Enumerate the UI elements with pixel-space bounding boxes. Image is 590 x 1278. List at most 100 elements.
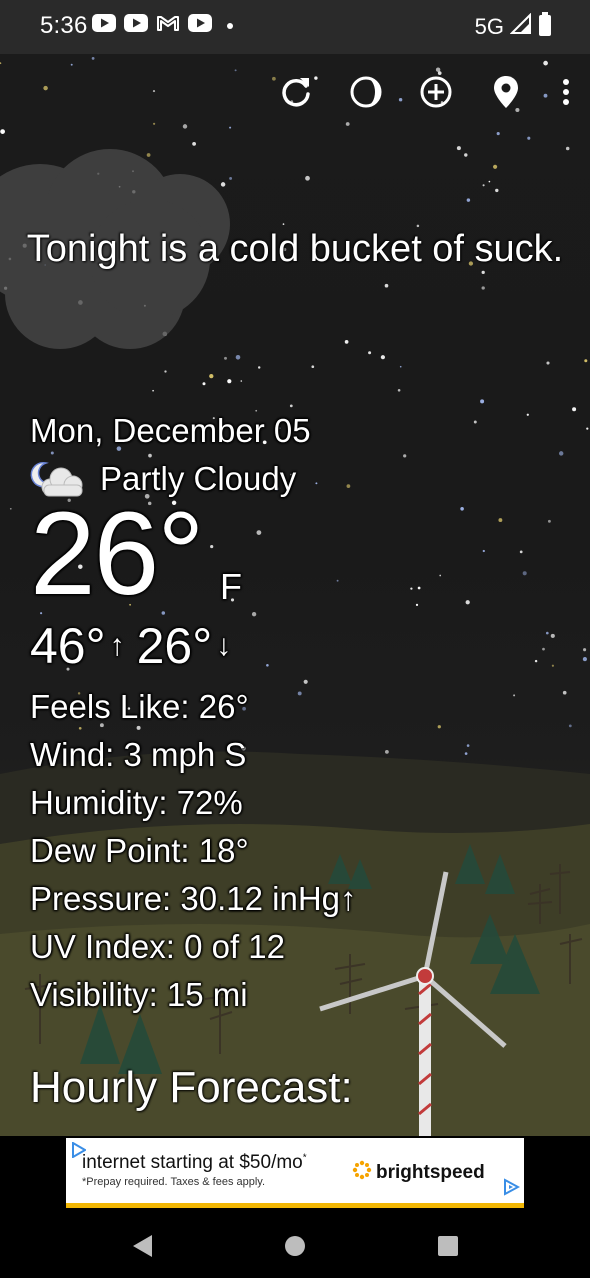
star — [43, 85, 48, 91]
adchoices-icon[interactable] — [502, 1178, 521, 1201]
home-icon[interactable] — [279, 1230, 311, 1262]
network-type: 5G — [474, 14, 504, 39]
star — [513, 694, 516, 697]
star — [240, 380, 243, 382]
star — [562, 690, 567, 695]
high-temperature: 46° — [30, 618, 106, 674]
star — [526, 413, 529, 416]
navigation-bar — [0, 1216, 590, 1278]
star — [415, 603, 419, 607]
pressure: Pressure: 30.12 inHg↑ — [30, 880, 357, 917]
star — [565, 146, 570, 151]
star — [435, 67, 441, 72]
star — [550, 633, 555, 638]
recents-icon[interactable] — [432, 1230, 464, 1262]
ad-banner[interactable]: internet starting at $50/mo* *Prepay req… — [66, 1138, 524, 1208]
star — [466, 744, 470, 747]
star — [534, 659, 538, 663]
temperature-row: 26° F — [30, 489, 357, 619]
current-temperature: 26° — [30, 488, 204, 620]
headline-message: Tonight is a cold bucket of suck. — [26, 228, 564, 270]
star — [9, 507, 12, 510]
weather-scene: Tonight is a cold bucket of suck. Mon, D… — [0, 54, 590, 1136]
star — [289, 404, 293, 408]
more-vert-icon[interactable] — [558, 74, 574, 110]
toolbar — [278, 74, 574, 110]
hourly-forecast-title: Hourly Forecast: — [30, 1063, 353, 1112]
star — [437, 725, 441, 729]
star — [192, 142, 196, 146]
star — [542, 647, 545, 651]
star — [584, 359, 588, 363]
star — [384, 283, 389, 288]
star — [417, 586, 421, 590]
star — [0, 129, 5, 134]
star — [495, 188, 499, 193]
feels-like: Feels Like: 26° — [30, 688, 249, 725]
star — [397, 388, 401, 392]
dew-point: Dew Point: 18° — [30, 832, 249, 869]
star — [546, 361, 550, 365]
signal-icon — [509, 12, 532, 41]
star — [234, 69, 237, 72]
star — [464, 153, 468, 157]
ad-brand: brightspeed — [352, 1160, 485, 1186]
weather-details: Feels Like: 26° Wind: 3 mph S Humidity: … — [30, 683, 357, 1019]
star — [311, 365, 315, 369]
star — [439, 574, 442, 577]
star — [572, 407, 577, 412]
star — [229, 176, 233, 180]
star — [229, 126, 232, 129]
brightspeed-logo-icon — [352, 1160, 372, 1186]
star — [385, 750, 389, 754]
back-icon[interactable] — [126, 1230, 158, 1262]
star — [473, 420, 477, 424]
star — [209, 373, 214, 379]
star — [220, 182, 226, 187]
star — [164, 370, 167, 373]
star — [519, 550, 523, 554]
star — [583, 648, 587, 652]
star — [460, 507, 464, 511]
high-low-row: 46° ↑ 26° ↓ — [30, 617, 357, 675]
gmail-icon — [156, 14, 180, 37]
low-arrow-icon: ↓ — [216, 629, 232, 662]
add-location-icon[interactable] — [418, 74, 454, 110]
star — [0, 62, 2, 65]
location-pin-icon[interactable] — [488, 74, 524, 110]
star — [152, 90, 156, 93]
star — [91, 57, 95, 60]
refresh-icon[interactable] — [278, 74, 314, 110]
star — [257, 366, 261, 369]
star — [543, 60, 548, 66]
star — [399, 365, 402, 368]
star — [345, 122, 350, 126]
star — [182, 124, 188, 129]
theme-icon[interactable] — [348, 74, 384, 110]
star — [496, 132, 500, 136]
star — [146, 153, 151, 157]
star — [488, 180, 491, 183]
star — [403, 454, 407, 458]
current-date: Mon, December 05 — [30, 412, 311, 449]
weather-app-screen: 5:36 5G Tonight is a cold bucket of suck… — [0, 0, 590, 1278]
dot-icon — [226, 17, 234, 35]
uv-index: UV Index: 0 of 12 — [30, 928, 285, 965]
star — [481, 286, 485, 290]
ad-area: internet starting at $50/mo* *Prepay req… — [0, 1136, 590, 1216]
star — [224, 356, 227, 360]
youtube-icon — [188, 14, 212, 37]
star — [456, 146, 461, 151]
star — [482, 184, 485, 187]
humidity: Humidity: 72% — [30, 784, 243, 821]
star — [465, 600, 470, 605]
star — [464, 752, 468, 755]
star — [493, 164, 498, 169]
wind: Wind: 3 mph S — [30, 736, 247, 773]
star — [582, 657, 587, 662]
status-bar: 5:36 5G — [0, 0, 590, 54]
low-temperature: 26° — [136, 618, 213, 674]
youtube-icon — [124, 14, 148, 37]
status-right: 5G — [475, 12, 552, 42]
battery-icon — [538, 12, 552, 42]
